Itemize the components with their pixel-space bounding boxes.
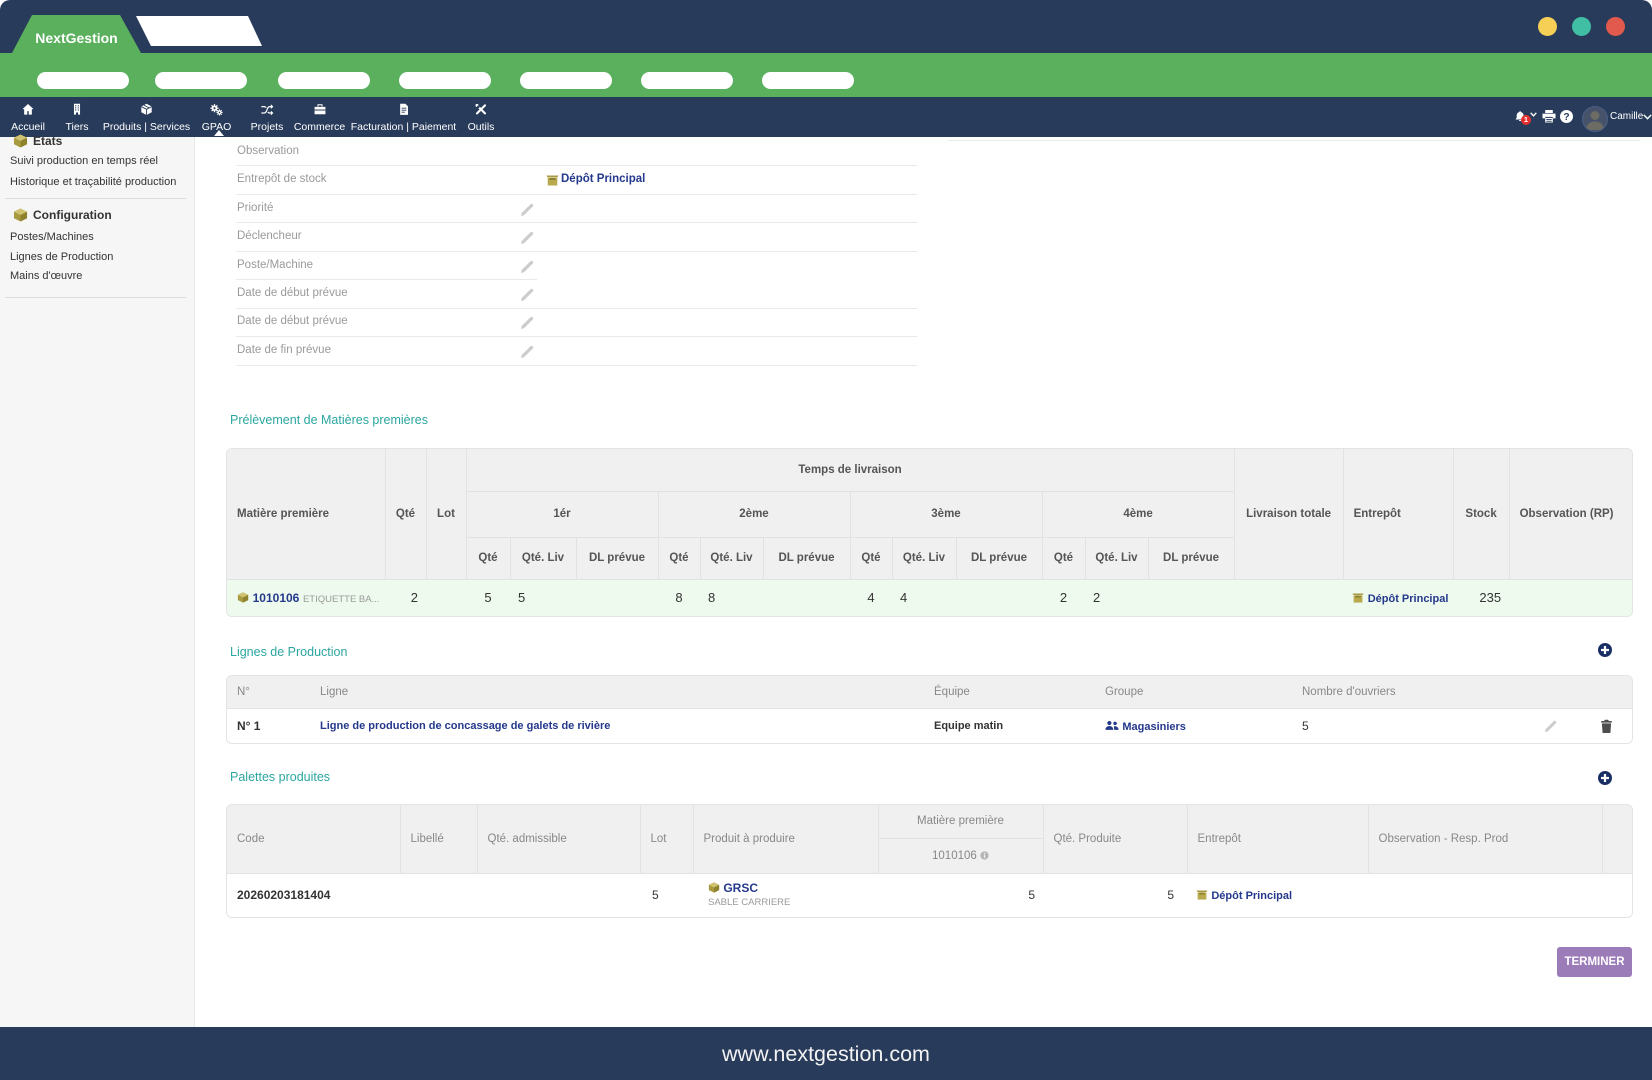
svg-text:?: ?	[1563, 112, 1569, 123]
